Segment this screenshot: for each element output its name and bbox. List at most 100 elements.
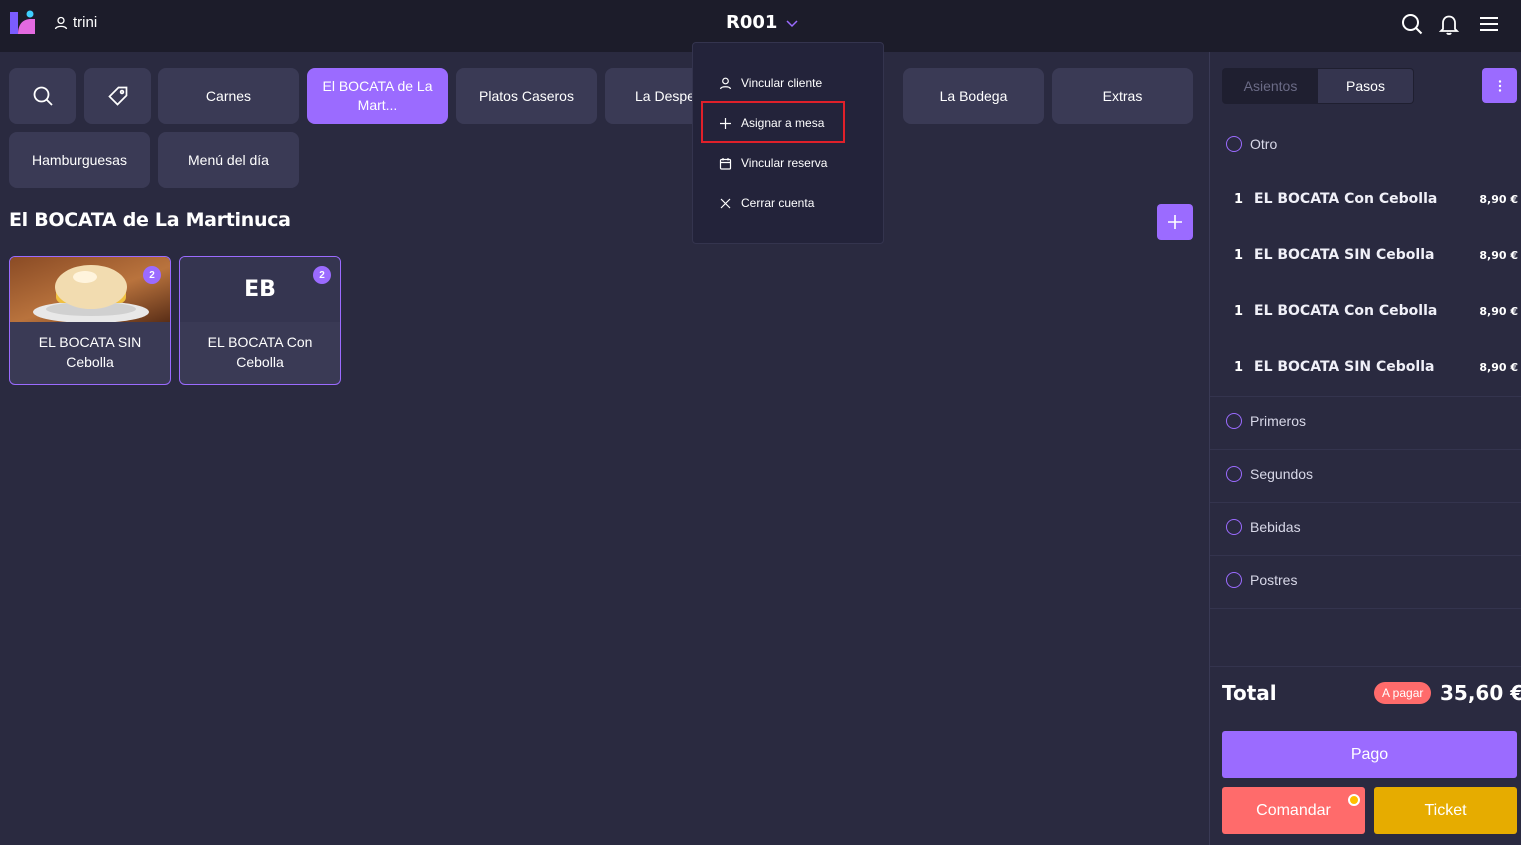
category-el-bocata[interactable]: El BOCATA de La Mart... [307,68,448,124]
order-line[interactable]: 1 EL BOCATA Con Cebolla 8,90 € [1234,303,1518,319]
search-products-button[interactable] [9,68,76,124]
line-qty: 1 [1234,359,1244,375]
line-qty: 1 [1234,303,1244,319]
user-icon [719,77,732,89]
step-segundos[interactable]: Segundos [1226,466,1313,482]
line-price: 8,90 € [1479,360,1518,374]
order-selector[interactable]: R001 [726,12,799,33]
line-price: 8,90 € [1479,248,1518,262]
product-card-sin-cebolla[interactable]: 2 EL BOCATA SIN Cebolla [9,256,171,385]
tag-icon [107,86,127,106]
radio-circle [1226,519,1242,535]
tab-pasos[interactable]: Pasos [1318,69,1413,103]
calendar-icon [719,157,732,170]
divider [1210,396,1521,397]
category-label: Platos Caseros [479,87,574,104]
order-actions-dropdown: Vincular cliente Asignar a mesa Vincular… [692,42,884,244]
step-label: Postres [1250,572,1298,588]
user-menu[interactable]: trini [54,14,97,31]
user-icon [54,16,68,29]
category-menu-del-dia[interactable]: Menú del día [158,132,299,188]
category-extras[interactable]: Extras [1052,68,1193,124]
add-product-button[interactable] [1157,204,1193,240]
search-button[interactable] [1401,13,1423,35]
order-number: R001 [726,12,778,33]
menu-item-vincular-reserva[interactable]: Vincular reserva [719,156,827,170]
quantity-badge: 2 [143,266,161,284]
category-label: Carnes [205,87,252,104]
step-bebidas[interactable]: Bebidas [1226,519,1301,535]
search-icon [1402,14,1423,35]
pending-indicator [1348,794,1360,806]
section-title: El BOCATA de La Martinuca [9,209,291,231]
product-card-con-cebolla[interactable]: EB 2 EL BOCATA Con Cebolla [179,256,341,385]
radio-circle [1226,572,1242,588]
menu-item-vincular-cliente[interactable]: Vincular cliente [719,76,822,90]
status-badge: A pagar [1374,682,1432,704]
hamburger-icon [1480,17,1498,31]
total-amount: 35,60 € [1440,681,1521,705]
line-price: 8,90 € [1479,304,1518,318]
step-primeros[interactable]: Primeros [1226,413,1306,429]
step-label: Primeros [1250,413,1307,429]
plus-icon [1168,215,1182,229]
radio-circle [1226,413,1242,429]
product-name: EL BOCATA SIN Cebolla [38,334,142,370]
line-name: EL BOCATA Con Cebolla [1254,191,1438,207]
kebab-icon [1498,79,1501,92]
category-label: Menú del día [188,151,269,168]
category-label: Hamburguesas [32,151,127,168]
pay-button[interactable]: Pago [1222,731,1517,778]
divider [1210,666,1521,667]
ticket-button[interactable]: Ticket [1374,787,1517,834]
product-name: EL BOCATA Con Cebolla [207,334,313,370]
category-hamburguesas[interactable]: Hamburguesas [9,132,150,188]
tags-button[interactable] [84,68,151,124]
tab-asientos[interactable]: Asientos [1223,69,1318,103]
order-line[interactable]: 1 EL BOCATA SIN Cebolla 8,90 € [1234,359,1518,375]
category-la-bodega[interactable]: La Bodega [903,68,1044,124]
category-label: El BOCATA de La Mart... [322,78,433,113]
menu-item-label: Vincular cliente [741,76,823,90]
divider [1210,449,1521,450]
step-label: Otro [1250,136,1278,152]
notifications-button[interactable] [1438,13,1460,35]
step-label: Segundos [1250,466,1314,482]
more-options-button[interactable] [1482,68,1517,103]
menu-item-label: Cerrar cuenta [741,196,815,210]
step-label: Bebidas [1250,519,1301,535]
step-postres[interactable]: Postres [1226,572,1297,588]
chevron-down-icon [786,19,798,27]
category-platos-caseros[interactable]: Platos Caseros [456,68,597,124]
line-qty: 1 [1234,247,1244,263]
category-carnes[interactable]: Carnes [158,68,299,124]
menu-button[interactable] [1478,13,1500,35]
line-name: EL BOCATA SIN Cebolla [1254,359,1435,375]
send-order-label: Comandar [1256,801,1331,819]
view-toggle: Asientos Pasos [1222,68,1414,104]
category-label: La Bodega [939,87,1008,104]
line-price: 8,90 € [1479,192,1518,206]
category-label: La Despe [635,87,695,104]
order-panel: Asientos Pasos Otro 1 EL BOCATA Con Cebo… [1209,52,1521,845]
line-name: EL BOCATA SIN Cebolla [1254,247,1435,263]
divider [1210,608,1521,609]
step-otro[interactable]: Otro [1226,136,1277,152]
order-line[interactable]: 1 EL BOCATA Con Cebolla 8,90 € [1234,191,1518,207]
app-logo-icon[interactable] [9,9,37,37]
close-icon [720,198,731,208]
order-line[interactable]: 1 EL BOCATA SIN Cebolla 8,90 € [1234,247,1518,263]
total-label: Total [1222,681,1277,705]
search-icon [33,86,53,106]
divider [1210,555,1521,556]
menu-item-label: Vincular reserva [741,156,828,170]
quantity-badge: 2 [313,266,331,284]
send-order-button[interactable]: Comandar [1222,787,1365,834]
user-name: trini [73,14,98,31]
radio-circle [1226,136,1242,152]
category-label: Extras [1102,87,1143,104]
radio-circle [1226,466,1242,482]
divider [1210,502,1521,503]
highlight-box [701,101,845,143]
menu-item-cerrar-cuenta[interactable]: Cerrar cuenta [719,196,814,210]
